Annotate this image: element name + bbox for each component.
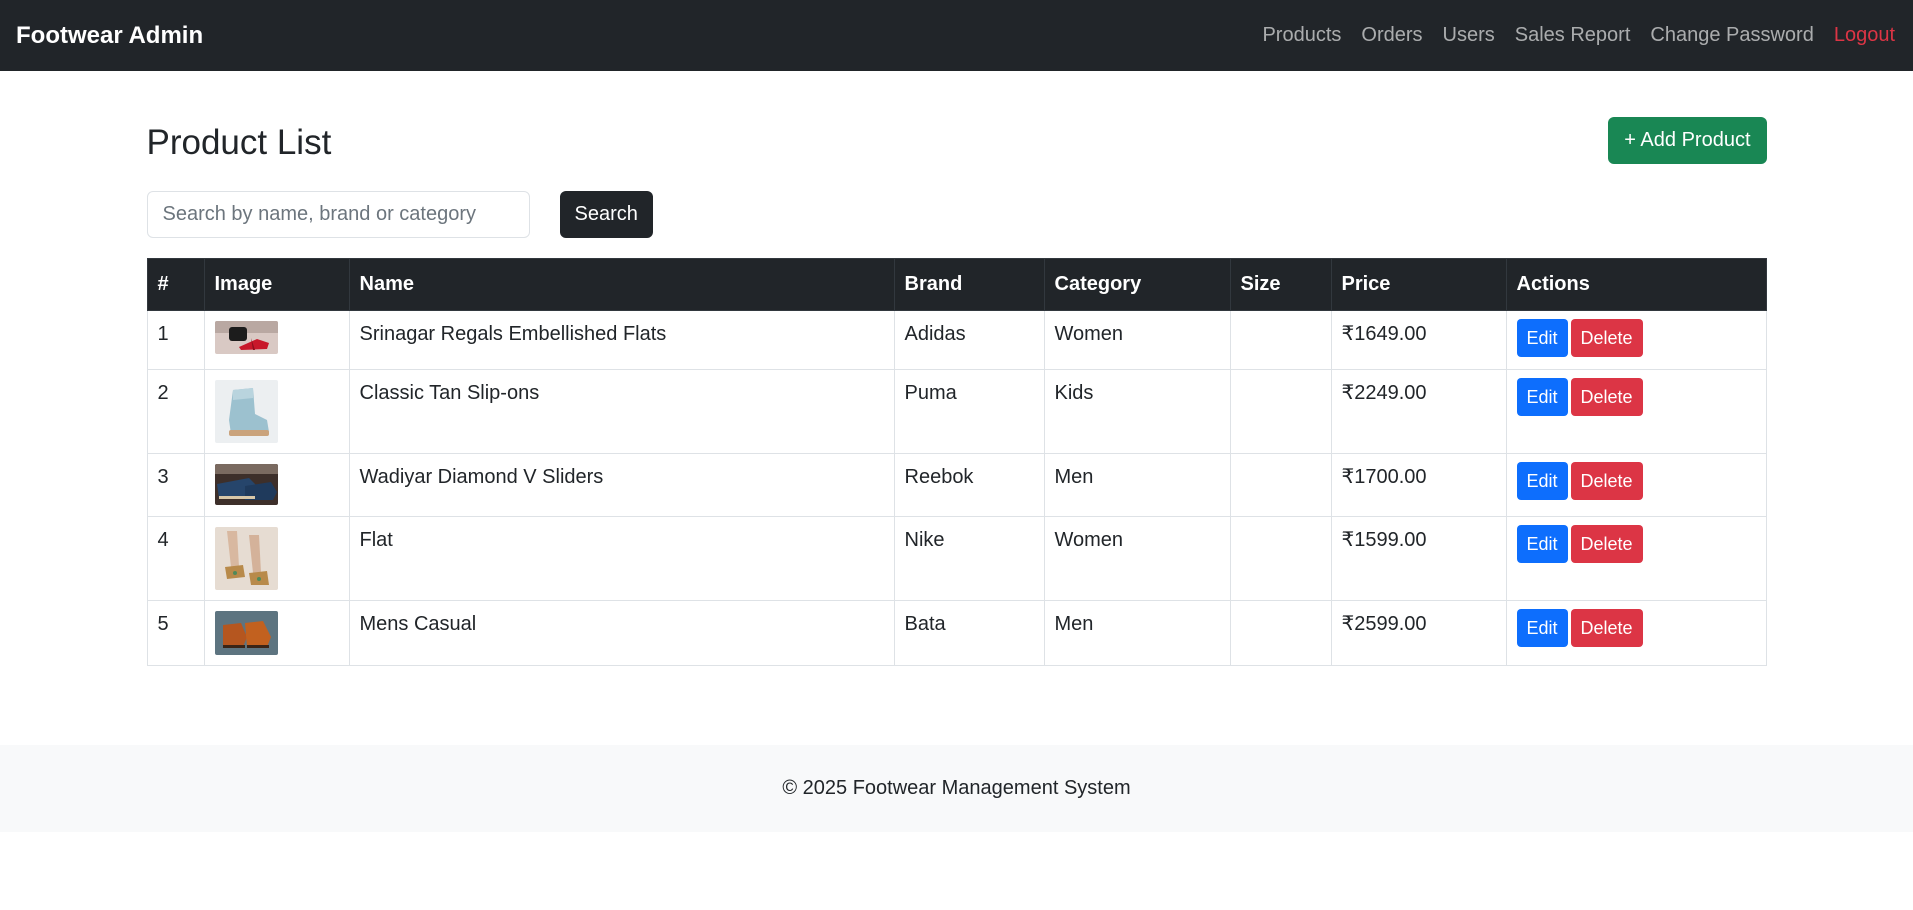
cell-category: Men bbox=[1043, 453, 1231, 517]
cell-number: 1 bbox=[146, 310, 205, 370]
cell-category: Kids bbox=[1043, 369, 1231, 454]
cell-size bbox=[1229, 516, 1332, 601]
nav-link-sales-report[interactable]: Sales Report bbox=[1505, 24, 1641, 47]
table-header: # Image Name Brand Category Size Price A… bbox=[146, 258, 1767, 311]
shoe-photo-icon bbox=[214, 527, 278, 590]
page-title: Product List bbox=[146, 122, 332, 162]
cell-price: ₹2599.00 bbox=[1330, 600, 1507, 666]
col-header-name: Name bbox=[348, 258, 895, 311]
cell-brand: Adidas bbox=[893, 310, 1045, 370]
cell-number: 5 bbox=[146, 600, 205, 666]
table-row: 4 Flat Nike Women ₹1599.00 Edit Delete bbox=[146, 516, 1767, 601]
table-row: 5 Mens Casual Bata Men ₹2599.00 Edit Del… bbox=[146, 600, 1767, 666]
cell-brand: Puma bbox=[893, 369, 1045, 454]
delete-button[interactable]: Delete bbox=[1570, 525, 1643, 563]
cell-category: Women bbox=[1043, 516, 1231, 601]
shoe-photo-icon bbox=[214, 464, 278, 505]
cell-number: 3 bbox=[146, 453, 205, 517]
cell-category: Men bbox=[1043, 600, 1231, 666]
edit-button[interactable]: Edit bbox=[1516, 462, 1568, 500]
table-row: 2 Classic Tan Slip-ons Puma Kids ₹2249.0… bbox=[146, 369, 1767, 454]
cell-price: ₹1599.00 bbox=[1330, 516, 1507, 601]
shoe-photo-icon bbox=[214, 321, 278, 354]
table-body: 1 Srinagar Regals Embellished Flats Adid… bbox=[146, 310, 1767, 666]
delete-button[interactable]: Delete bbox=[1570, 319, 1643, 357]
cell-price: ₹1700.00 bbox=[1330, 453, 1507, 517]
nav-link-products[interactable]: Products bbox=[1252, 24, 1351, 47]
edit-button[interactable]: Edit bbox=[1516, 378, 1568, 416]
edit-button[interactable]: Edit bbox=[1516, 609, 1568, 647]
col-header-number: # bbox=[146, 258, 205, 311]
col-header-price: Price bbox=[1330, 258, 1507, 311]
delete-button[interactable]: Delete bbox=[1570, 462, 1643, 500]
cell-name: Srinagar Regals Embellished Flats bbox=[348, 310, 895, 370]
top-navbar: Footwear Admin Products Orders Users Sal… bbox=[0, 0, 1913, 71]
cell-number: 2 bbox=[146, 369, 205, 454]
cell-actions: Edit Delete bbox=[1505, 453, 1767, 517]
cell-size bbox=[1229, 600, 1332, 666]
cell-image bbox=[203, 453, 350, 517]
col-header-brand: Brand bbox=[893, 258, 1045, 311]
main-container: Product List + Add Product Search # Imag… bbox=[146, 117, 1767, 666]
cell-brand: Nike bbox=[893, 516, 1045, 601]
search-form: Search bbox=[146, 191, 1767, 238]
edit-button[interactable]: Edit bbox=[1516, 319, 1568, 357]
cell-image bbox=[203, 369, 350, 454]
cell-size bbox=[1229, 453, 1332, 517]
cell-actions: Edit Delete bbox=[1505, 310, 1767, 370]
nav-link-orders[interactable]: Orders bbox=[1351, 24, 1432, 47]
cell-number: 4 bbox=[146, 516, 205, 601]
cell-size bbox=[1229, 310, 1332, 370]
cell-price: ₹1649.00 bbox=[1330, 310, 1507, 370]
cell-brand: Bata bbox=[893, 600, 1045, 666]
cell-image bbox=[203, 310, 350, 370]
delete-button[interactable]: Delete bbox=[1570, 609, 1643, 647]
nav-links: Products Orders Users Sales Report Chang… bbox=[1252, 24, 1905, 47]
table-row: 1 Srinagar Regals Embellished Flats Adid… bbox=[146, 310, 1767, 370]
edit-button[interactable]: Edit bbox=[1516, 525, 1568, 563]
cell-size bbox=[1229, 369, 1332, 454]
col-header-image: Image bbox=[203, 258, 350, 311]
cell-name: Wadiyar Diamond V Sliders bbox=[348, 453, 895, 517]
cell-actions: Edit Delete bbox=[1505, 516, 1767, 601]
cell-name: Classic Tan Slip-ons bbox=[348, 369, 895, 454]
cell-brand: Reebok bbox=[893, 453, 1045, 517]
footer-copyright: © 2025 Footwear Management System bbox=[782, 777, 1131, 799]
product-table: # Image Name Brand Category Size Price A… bbox=[146, 258, 1767, 666]
delete-button[interactable]: Delete bbox=[1570, 378, 1643, 416]
nav-link-logout[interactable]: Logout bbox=[1824, 24, 1905, 47]
add-product-button[interactable]: + Add Product bbox=[1608, 117, 1767, 164]
cell-category: Women bbox=[1043, 310, 1231, 370]
cell-price: ₹2249.00 bbox=[1330, 369, 1507, 454]
nav-link-users[interactable]: Users bbox=[1433, 24, 1505, 47]
col-header-category: Category bbox=[1043, 258, 1231, 311]
header-row: Product List + Add Product bbox=[146, 117, 1767, 164]
cell-name: Flat bbox=[348, 516, 895, 601]
nav-link-change-password[interactable]: Change Password bbox=[1640, 24, 1823, 47]
col-header-actions: Actions bbox=[1505, 258, 1767, 311]
cell-name: Mens Casual bbox=[348, 600, 895, 666]
search-button[interactable]: Search bbox=[559, 191, 653, 238]
cell-image bbox=[203, 516, 350, 601]
table-row: 3 Wadiyar Diamond V Sliders Reebok Men ₹… bbox=[146, 453, 1767, 517]
page-footer: © 2025 Footwear Management System bbox=[0, 745, 1913, 832]
navbar-brand[interactable]: Footwear Admin bbox=[16, 22, 203, 50]
shoe-photo-icon bbox=[214, 380, 278, 443]
shoe-photo-icon bbox=[214, 611, 278, 655]
search-input[interactable] bbox=[146, 191, 530, 238]
cell-actions: Edit Delete bbox=[1505, 369, 1767, 454]
cell-actions: Edit Delete bbox=[1505, 600, 1767, 666]
cell-image bbox=[203, 600, 350, 666]
col-header-size: Size bbox=[1229, 258, 1332, 311]
